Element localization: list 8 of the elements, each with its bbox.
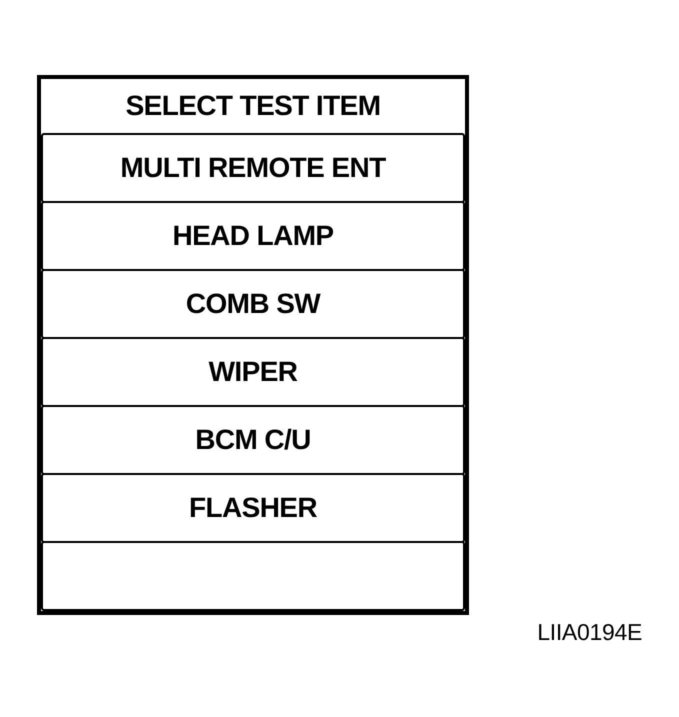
- panel-title: SELECT TEST ITEM: [124, 89, 382, 123]
- menu-item-button[interactable]: WIPER: [41, 337, 465, 407]
- menu-item-button[interactable]: HEAD LAMP: [41, 201, 465, 271]
- figure-code: LIIA0194E: [537, 621, 642, 644]
- menu-item-button[interactable]: BCM C/U: [41, 405, 465, 475]
- menu-item-button[interactable]: FLASHER: [41, 473, 465, 543]
- menu-item-button[interactable]: COMB SW: [41, 269, 465, 339]
- menu-item-button[interactable]: MULTI REMOTE ENT: [41, 133, 465, 203]
